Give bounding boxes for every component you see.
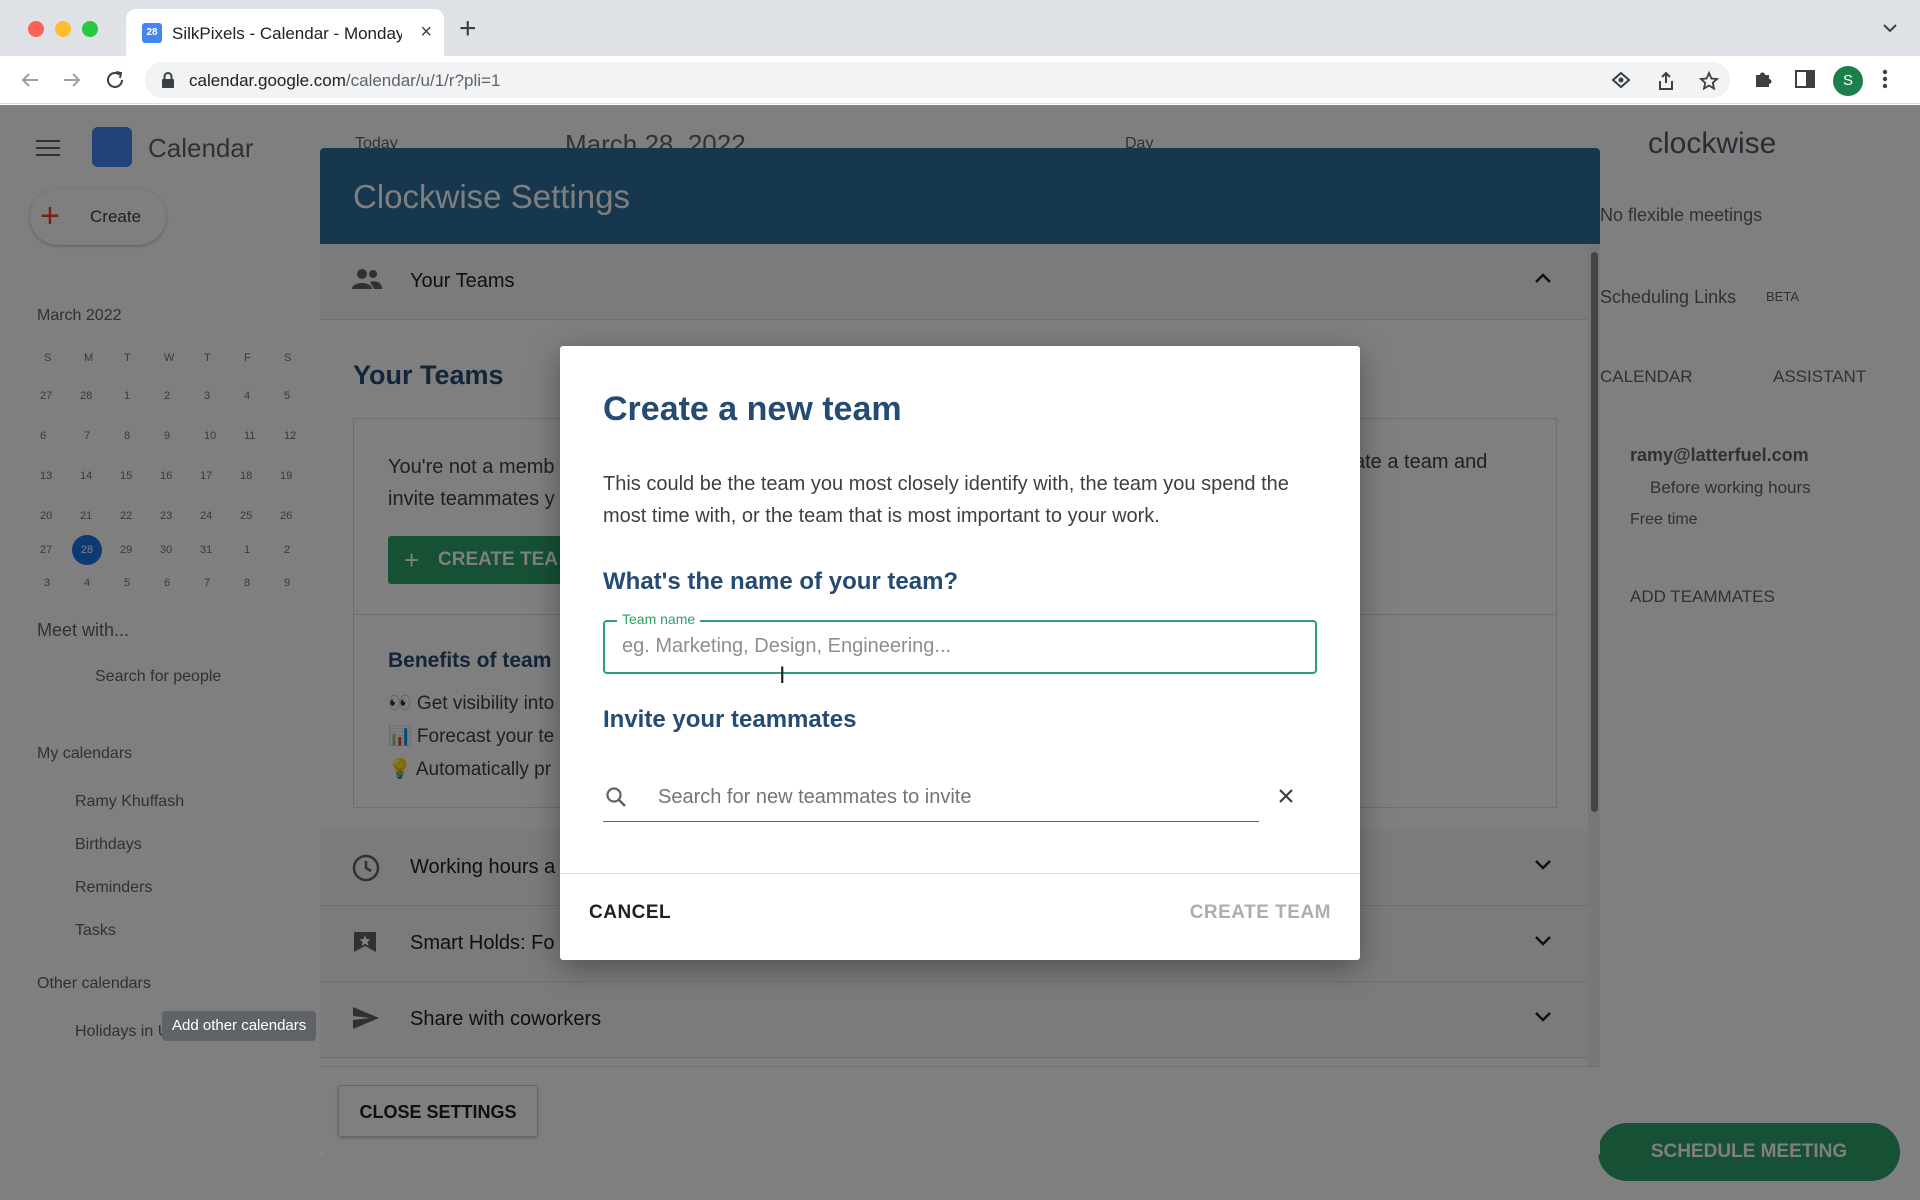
new-tab-icon[interactable]: + [459,14,477,44]
add-other-calendars-tooltip: Add other calendars [162,1011,317,1041]
reload-icon[interactable] [103,68,127,92]
clear-search-icon[interactable] [1276,786,1296,806]
modal-divider [560,873,1360,874]
invite-heading: Invite your teammates [603,706,857,733]
camera-off-icon[interactable] [1611,71,1631,89]
teammate-search-input[interactable] [658,786,1248,809]
search-icon [606,787,626,807]
tab-search-chevron-icon[interactable] [1882,22,1898,34]
back-arrow-icon[interactable] [18,68,42,92]
modal-title: Create a new team [603,390,902,428]
tab-title: SilkPixels - Calendar - Monday [172,24,402,43]
lock-icon[interactable] [161,72,175,88]
side-panel-icon[interactable] [1794,68,1816,90]
browser-tab[interactable]: 28 SilkPixels - Calendar - Monday × [126,9,444,56]
modal-description: This could be the team you most closely … [603,473,1289,527]
url-host: calendar.google.com [189,71,346,90]
window-zoom-button[interactable] [82,21,98,37]
profile-avatar[interactable]: S [1833,66,1863,96]
create-team-button[interactable]: CREATE TEAM [1190,902,1331,924]
tab-close-icon[interactable]: × [420,22,432,42]
team-name-label: Team name [617,611,701,627]
create-team-modal: Create a new team This could be the team… [560,346,1360,960]
address-bar[interactable]: calendar.google.com/calendar/u/1/r?pli=1 [145,62,1730,98]
teammate-search-field[interactable] [603,778,1259,822]
cancel-button[interactable]: CANCEL [589,902,671,924]
team-name-question: What's the name of your team? [603,568,959,595]
extensions-puzzle-icon[interactable] [1752,68,1774,90]
bookmark-star-icon[interactable] [1699,71,1719,91]
team-name-input[interactable] [622,635,1292,658]
window-close-button[interactable] [28,21,44,37]
kebab-menu-icon[interactable] [1882,68,1888,90]
team-name-field[interactable]: Team name [603,611,1317,674]
url-path: /calendar/u/1/r?pli=1 [345,71,501,90]
calendar-favicon-icon: 28 [142,23,162,43]
browser-tab-bar: 28 SilkPixels - Calendar - Monday × + [0,0,1920,56]
browser-toolbar: calendar.google.com/calendar/u/1/r?pli=1… [0,56,1920,104]
share-icon[interactable] [1657,71,1675,91]
forward-arrow-icon[interactable] [60,68,84,92]
text-cursor-icon: I [779,664,786,689]
window-minimize-button[interactable] [55,21,71,37]
